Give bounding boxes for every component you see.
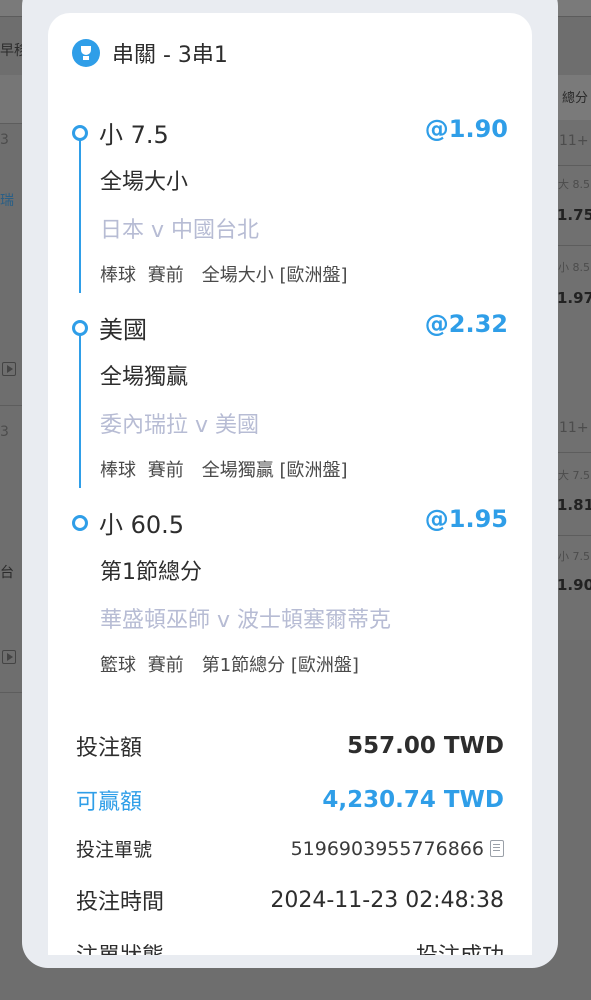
background-divider xyxy=(0,123,23,124)
leg-odds: @2.32 xyxy=(424,310,508,338)
background-text: 瑞 xyxy=(0,193,14,209)
background-odds[interactable]: 1.97 xyxy=(557,289,591,307)
leg-market: 第1節總分 xyxy=(100,560,202,585)
leg-connector-line xyxy=(79,330,81,488)
background-text[interactable]: 大 8.5 xyxy=(558,176,590,192)
trophy-icon xyxy=(72,39,100,67)
win-label: 可贏額 xyxy=(76,790,143,815)
background-divider xyxy=(0,692,23,693)
background-divider xyxy=(556,165,591,166)
leg-connector-line xyxy=(79,135,81,293)
leg-sport: 棒球 xyxy=(100,265,136,286)
leg-odds: @1.95 xyxy=(424,505,508,533)
leg-detail: 第1節總分 [歐洲盤] xyxy=(201,655,359,676)
leg-detail: 全場大小 [歐洲盤] xyxy=(201,265,348,286)
ticket-row: 投注單號 5196903955776866 xyxy=(76,835,504,862)
status-label: 注單狀態 xyxy=(76,938,164,955)
leg-info: 棒球 賽前 全場大小 [歐洲盤] xyxy=(100,261,348,287)
bet-title-row: 串關 - 3串1 xyxy=(72,37,228,69)
leg-selection: 小 60.5 xyxy=(99,511,185,539)
bet-receipt-card: 串關 - 3串1 小 7.5 @1.90 全場大小 日本 v 中國台北 棒球 賽… xyxy=(48,13,532,955)
leg-phase: 賽前 xyxy=(147,265,184,286)
leg-info: 棒球 賽前 全場獨贏 [歐洲盤] xyxy=(100,456,348,482)
background-odds-panel xyxy=(557,405,591,640)
ticket-number: 5196903955776866 xyxy=(290,837,484,860)
leg-marker-icon xyxy=(72,515,88,531)
stake-label: 投注額 xyxy=(76,736,143,761)
play-icon[interactable] xyxy=(2,362,16,376)
leg-match: 委內瑞拉 v 美國 xyxy=(100,413,260,438)
leg-phase: 賽前 xyxy=(147,655,184,676)
stake-value: 557.00 TWD xyxy=(347,733,504,759)
leg-sport: 棒球 xyxy=(100,460,136,481)
background-divider xyxy=(556,535,591,536)
background-text[interactable]: 大 7.5 xyxy=(558,467,590,483)
background-text[interactable]: 小 8.5 xyxy=(558,259,590,275)
leg-match: 華盛頓巫師 v 波士頓塞爾蒂克 xyxy=(100,608,392,633)
leg-market: 全場大小 xyxy=(100,170,189,195)
background-text[interactable]: 小 7.5 xyxy=(558,548,590,564)
background-divider xyxy=(556,245,591,246)
bet-type-title: 串關 - 3串1 xyxy=(112,43,228,68)
copy-icon[interactable] xyxy=(490,839,504,857)
background-odds[interactable]: 1.90 xyxy=(557,576,591,594)
leg-marker-icon xyxy=(72,320,88,336)
leg-sport: 籃球 xyxy=(100,655,136,676)
leg-phase: 賽前 xyxy=(147,460,184,481)
background-text: 11+ xyxy=(559,133,589,149)
leg-info: 籃球 賽前 第1節總分 [歐洲盤] xyxy=(100,651,359,677)
background-text: 3 xyxy=(0,424,9,440)
leg-marker-icon xyxy=(72,125,88,141)
leg-detail: 全場獨贏 [歐洲盤] xyxy=(201,460,348,481)
background-text: 11+ xyxy=(559,420,589,436)
time-label: 投注時間 xyxy=(76,890,165,915)
leg-selection: 小 7.5 xyxy=(99,121,169,149)
status-row: 注單狀態 投注成功 xyxy=(76,938,504,955)
background-text: 3 xyxy=(0,132,9,148)
time-value: 2024-11-23 02:48:38 xyxy=(270,887,504,913)
background-row xyxy=(0,75,23,123)
stake-row: 投注額 557.00 TWD xyxy=(76,730,504,762)
win-row: 可贏額 4,230.74 TWD xyxy=(76,784,504,816)
background-divider xyxy=(556,452,591,453)
background-text: 台 xyxy=(0,565,14,581)
time-row: 投注時間 2024-11-23 02:48:38 xyxy=(76,884,504,916)
leg-odds: @1.90 xyxy=(424,115,508,143)
ticket-value-wrap: 5196903955776866 xyxy=(291,838,504,860)
play-icon[interactable] xyxy=(2,650,16,664)
leg-market: 全場獨贏 xyxy=(100,365,189,390)
background-text: 總分 xyxy=(562,91,589,106)
background-odds[interactable]: 1.75 xyxy=(557,206,591,224)
win-value: 4,230.74 TWD xyxy=(322,787,504,813)
status-value: 投注成功 xyxy=(416,938,504,955)
leg-selection: 美國 xyxy=(99,316,147,344)
background-divider xyxy=(0,405,23,406)
leg-match: 日本 v 中國台北 xyxy=(100,218,260,243)
background-odds[interactable]: 1.81 xyxy=(557,496,591,514)
ticket-label: 投注單號 xyxy=(76,839,153,861)
